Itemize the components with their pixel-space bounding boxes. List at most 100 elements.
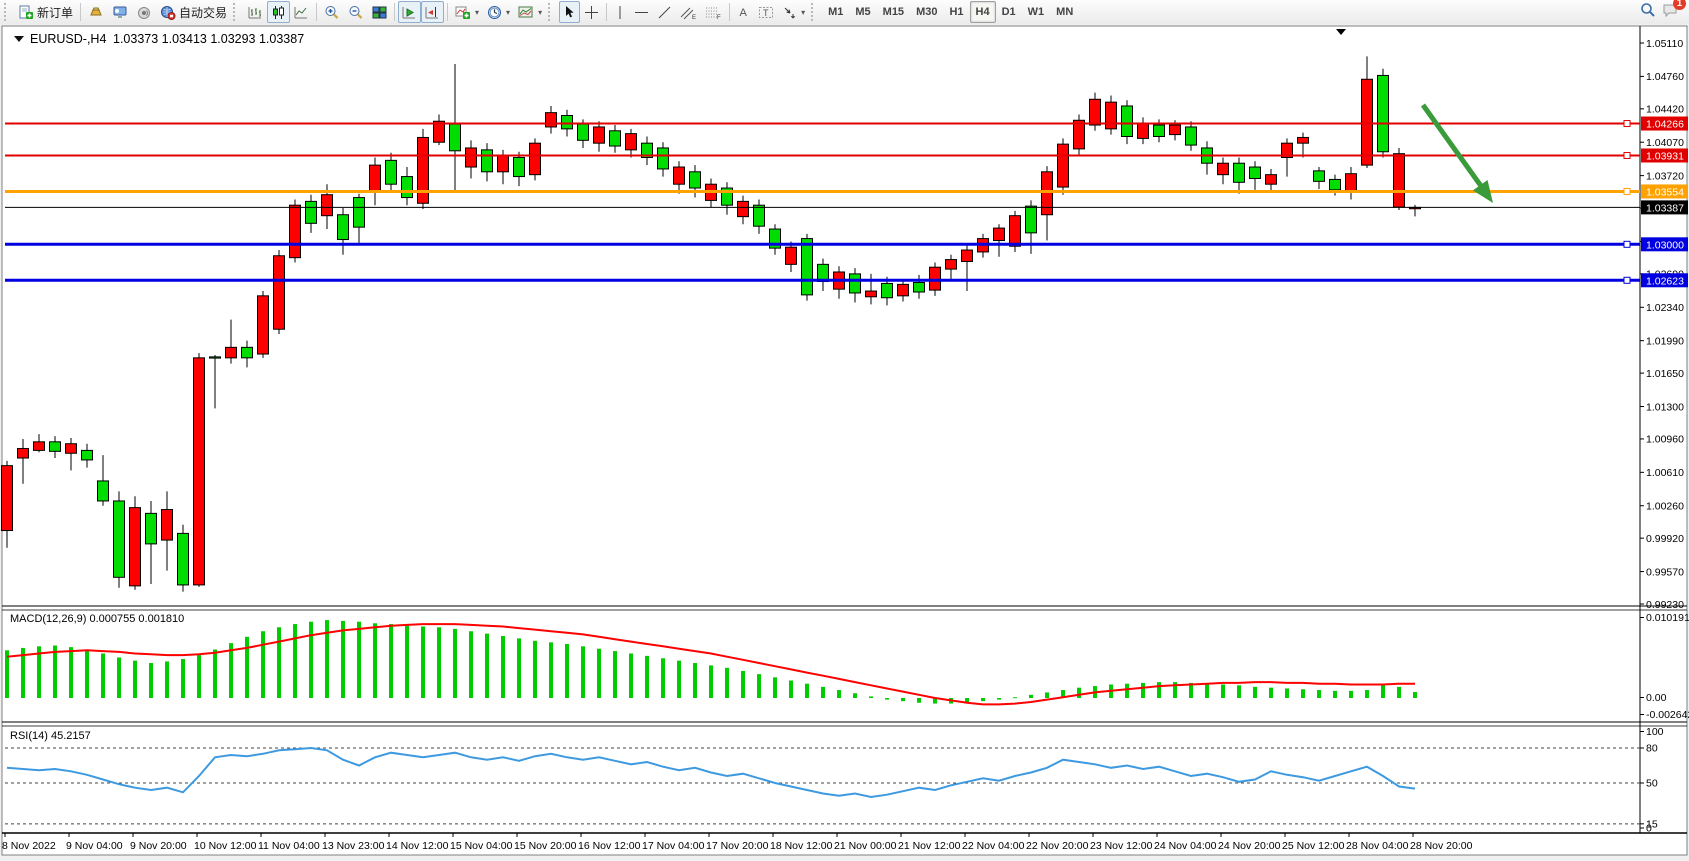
chevron-down-icon: ▾ [506, 8, 510, 17]
tf-button-d1[interactable]: D1 [996, 1, 1022, 23]
hline-handle[interactable] [1624, 152, 1630, 158]
templates-icon [518, 5, 534, 20]
chart-bars-button[interactable] [244, 1, 267, 23]
svg-text:T: T [763, 8, 769, 18]
chevron-down-icon: ▾ [801, 8, 805, 17]
chevron-down-icon: ▾ [475, 8, 479, 17]
time-axis-label: 8 Nov 2022 [2, 840, 56, 852]
market-watch-icon [88, 5, 104, 20]
fibonacci-tool-button[interactable]: F [701, 1, 726, 23]
chart-title-symbol: EURUSD-,H4 [30, 32, 106, 46]
text-icon: A [737, 5, 750, 19]
tf-button-m15[interactable]: M15 [877, 1, 910, 23]
zoom-out-button[interactable] [344, 1, 368, 23]
tf-button-m30[interactable]: M30 [910, 1, 943, 23]
price-badge-label: 1.03554 [1646, 186, 1684, 198]
rsi-axis-label: 100 [1646, 726, 1664, 738]
crosshair-button[interactable] [580, 1, 603, 23]
chevron-down-icon: ▾ [538, 8, 542, 17]
hline-handle[interactable] [1624, 121, 1630, 127]
chart-line-button[interactable] [290, 1, 313, 23]
text-label-tool-button[interactable]: T [754, 1, 778, 23]
tf-button-w1[interactable]: W1 [1022, 1, 1051, 23]
tile-windows-icon [372, 5, 387, 20]
templates-button[interactable]: ▾ [514, 1, 546, 23]
macd-axis-label: 0.010191 [1646, 612, 1689, 624]
hline-handle[interactable] [1624, 241, 1630, 247]
toolbar-drag-handle[interactable] [4, 3, 11, 21]
notification-badge: 1 [1673, 0, 1686, 10]
candle [114, 491, 125, 587]
cursor-button[interactable] [559, 1, 580, 23]
chart-shift-button[interactable] [421, 1, 444, 23]
time-axis-label: 9 Nov 20:00 [130, 840, 187, 852]
tf-button-m5[interactable]: M5 [849, 1, 876, 23]
indicators-icon [455, 5, 471, 20]
hline-handle[interactable] [1624, 277, 1630, 283]
data-window-button[interactable] [108, 1, 132, 23]
candle [258, 291, 269, 358]
macd-label: MACD(12,26,9) 0.000755 0.001810 [10, 613, 184, 625]
trendline-tool-button[interactable] [653, 1, 676, 23]
new-order-button[interactable]: 新订单 [15, 1, 77, 23]
periods-button[interactable]: ▾ [483, 1, 514, 23]
tf-button-h4[interactable]: H4 [970, 1, 996, 23]
autotrade-button[interactable]: 自动交易 [156, 1, 231, 23]
text-label-icon: T [758, 5, 774, 20]
chart-candles-icon [271, 5, 286, 20]
toolbar-separator [729, 3, 730, 21]
zoom-in-button[interactable] [320, 1, 344, 23]
svg-text:F: F [717, 15, 721, 20]
autotrade-icon [160, 5, 176, 20]
price-axis-label: 1.04070 [1646, 137, 1684, 149]
price-axis-label: 0.99920 [1646, 533, 1684, 545]
vline-tool-button[interactable] [610, 1, 630, 23]
tf-button-mn[interactable]: MN [1050, 1, 1079, 23]
time-axis-label: 25 Nov 12:00 [1282, 840, 1345, 852]
toolbar-separator [394, 3, 395, 21]
tile-windows-button[interactable] [368, 1, 391, 23]
search-icon[interactable] [1640, 2, 1656, 23]
svg-text:A: A [740, 7, 748, 19]
zoom-in-icon [324, 5, 340, 20]
tf-button-m1[interactable]: M1 [822, 1, 849, 23]
candle [530, 138, 541, 180]
chart-candles-button[interactable] [267, 1, 290, 23]
price-axis-label: 1.01650 [1646, 368, 1684, 380]
candle [178, 525, 189, 592]
price-axis-label: 1.01300 [1646, 401, 1684, 413]
time-axis-label: 10 Nov 12:00 [194, 840, 257, 852]
channel-tool-button[interactable]: E [676, 1, 701, 23]
notifications-button[interactable]: 1 [1662, 2, 1679, 23]
data-window-icon [112, 5, 128, 20]
time-axis-label: 28 Nov 04:00 [1346, 840, 1409, 852]
toolbar-drag-handle[interactable] [233, 3, 240, 21]
toolbar-drag-handle[interactable] [548, 3, 555, 21]
toolbar-separator [80, 3, 81, 21]
main-toolbar: 新订单 自动交易 ▾ ▾ ▾ E F [0, 0, 1689, 25]
candle [1394, 148, 1405, 210]
candle [194, 353, 205, 587]
hline-tool-button[interactable] [630, 1, 653, 23]
arrows-tool-icon [782, 5, 797, 20]
text-tool-button[interactable]: A [733, 1, 754, 23]
hline-handle[interactable] [1624, 188, 1630, 194]
candle [1378, 69, 1389, 158]
tf-button-h1[interactable]: H1 [943, 1, 969, 23]
toolbar-drag-handle[interactable] [811, 3, 818, 21]
indicators-button[interactable]: ▾ [451, 1, 483, 23]
autotrade-label: 自动交易 [179, 4, 227, 21]
rsi-label: RSI(14) 45.2157 [10, 730, 91, 742]
rsi-axis-label: 80 [1646, 743, 1658, 755]
signals-button[interactable] [132, 1, 156, 23]
market-watch-button[interactable] [84, 1, 108, 23]
auto-scroll-button[interactable] [398, 1, 421, 23]
periods-icon [487, 5, 502, 20]
price-axis-label: 0.99230 [1646, 599, 1684, 611]
price-axis-label: 1.04420 [1646, 104, 1684, 116]
time-axis-label: 15 Nov 20:00 [514, 840, 577, 852]
price-axis-label: 1.00260 [1646, 501, 1684, 513]
arrows-tool-button[interactable]: ▾ [778, 1, 809, 23]
time-axis-label: 22 Nov 20:00 [1026, 840, 1089, 852]
time-axis-label: 18 Nov 12:00 [770, 840, 833, 852]
